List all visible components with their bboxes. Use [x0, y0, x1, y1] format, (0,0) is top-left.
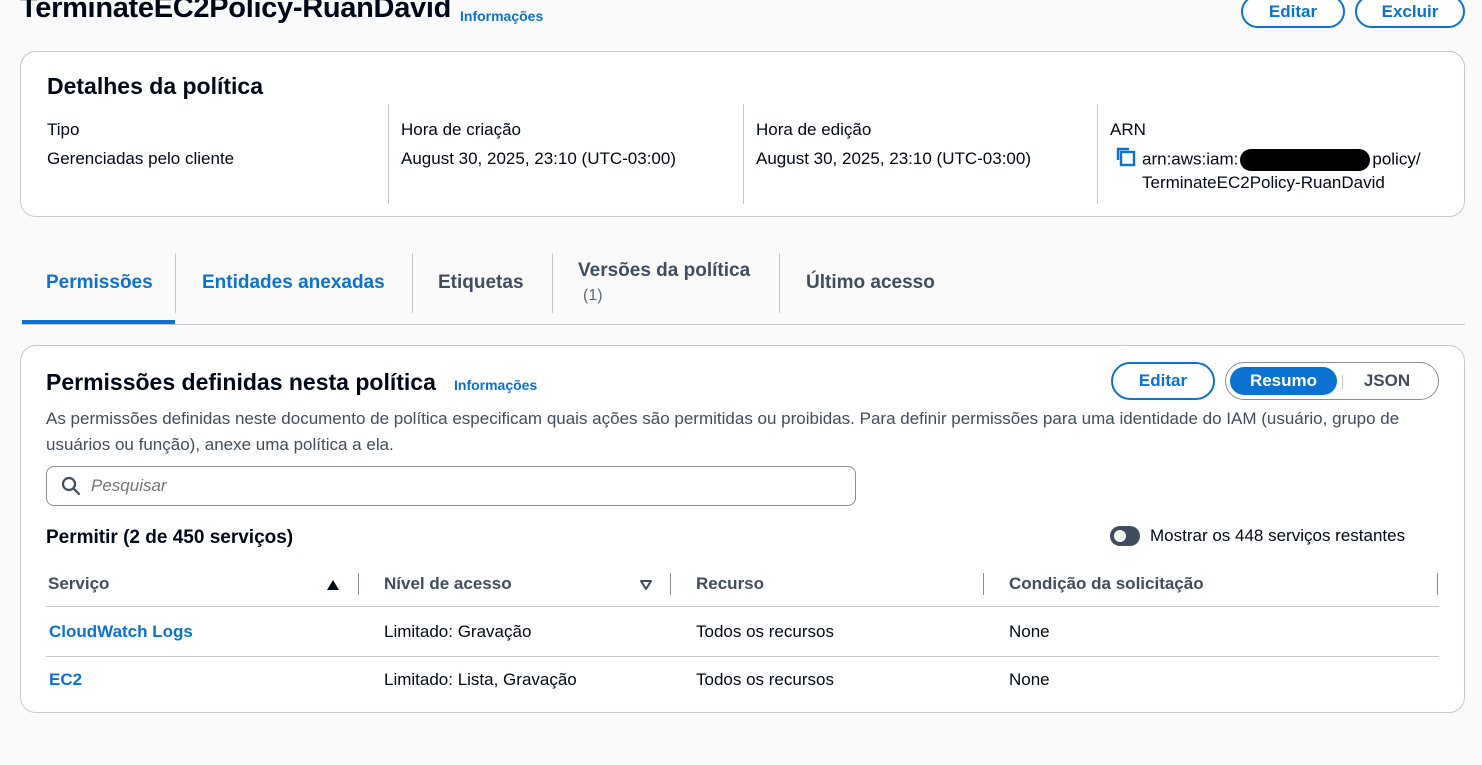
column-divider — [358, 573, 359, 595]
type-label: Tipo — [47, 120, 80, 139]
column-divider — [743, 104, 744, 204]
delete-button[interactable]: Excluir — [1355, 0, 1465, 28]
tab-policy-versions[interactable]: Versões da política — [578, 260, 750, 282]
condition-cell: None — [1009, 670, 1050, 689]
column-header-condition[interactable]: Condição da solicitação — [1009, 574, 1204, 594]
tab-last-accessed[interactable]: Último acesso — [806, 272, 935, 294]
edit-button[interactable]: Editar — [1241, 0, 1345, 28]
edit-permissions-button[interactable]: Editar — [1111, 362, 1215, 400]
service-link[interactable]: EC2 — [49, 670, 82, 690]
tab-divider — [779, 253, 780, 313]
resource-cell: Todos os recursos — [696, 622, 834, 641]
column-divider — [1437, 573, 1438, 595]
tab-bar-underline — [22, 324, 1465, 325]
type-value: Gerenciadas pelo cliente — [47, 149, 235, 168]
created-label: Hora de criação — [401, 120, 522, 139]
access-level-cell: Limitado: Lista, Gravação — [384, 670, 577, 689]
column-divider — [670, 573, 671, 595]
permissions-description: As permissões definidas neste documento … — [46, 409, 1400, 454]
show-remaining-services-toggle[interactable] — [1110, 526, 1140, 546]
search-input[interactable] — [91, 476, 831, 496]
redacted-block — [1240, 149, 1371, 171]
column-header-resource[interactable]: Recurso — [696, 574, 764, 594]
toggle-label: Mostrar os 448 serviços restantes — [1150, 526, 1406, 545]
permissions-heading: Permissões definidas nesta política — [46, 369, 436, 395]
search-box — [46, 466, 856, 506]
search-icon — [61, 476, 81, 496]
column-header-access-level[interactable]: Nível de acesso — [384, 574, 512, 594]
column-divider — [1097, 104, 1098, 204]
page-title: TerminateEC2Policy-RuanDavid — [20, 0, 452, 24]
allow-heading: Permitir (2 de 450 serviços) — [46, 527, 294, 548]
column-header-service[interactable]: Serviço — [48, 574, 109, 594]
access-level-cell: Limitado: Gravação — [384, 622, 532, 641]
details-heading: Detalhes da política — [47, 73, 264, 99]
toggle-knob — [1114, 530, 1126, 542]
sort-descending-icon[interactable] — [639, 578, 653, 596]
column-divider — [983, 573, 984, 595]
tab-tags[interactable]: Etiquetas — [438, 272, 524, 294]
arn-value-line1: arn:aws:iam: policy/ — [1142, 149, 1421, 171]
info-link[interactable]: Informações — [460, 8, 543, 24]
tab-divider — [412, 253, 413, 313]
view-toggle: Resumo JSON — [1225, 362, 1439, 400]
tab-divider — [552, 253, 553, 313]
created-value: August 30, 2025, 23:10 (UTC-03:00) — [401, 149, 676, 168]
arn-value-line2: TerminateEC2Policy-RuanDavid — [1142, 173, 1385, 192]
tab-permissions[interactable]: Permissões — [46, 272, 153, 294]
arn-label: ARN — [1110, 120, 1146, 139]
policy-details-card: Detalhes da política Tipo Gerenciadas pe… — [20, 51, 1465, 217]
column-divider — [388, 104, 389, 204]
edited-value: August 30, 2025, 23:10 (UTC-03:00) — [756, 149, 1031, 168]
segment-divider — [1342, 375, 1343, 389]
condition-cell: None — [1009, 622, 1050, 641]
summary-view-button[interactable]: Resumo — [1230, 367, 1337, 395]
json-view-button[interactable]: JSON — [1354, 367, 1420, 395]
copy-icon[interactable] — [1115, 146, 1137, 168]
tab-divider — [175, 253, 176, 313]
tab-attached-entities[interactable]: Entidades anexadas — [202, 272, 385, 294]
row-divider — [46, 656, 1439, 657]
tab-policy-versions-count: (1) — [583, 287, 603, 304]
resource-cell: Todos os recursos — [696, 670, 834, 689]
sort-ascending-icon[interactable] — [326, 578, 340, 596]
service-link[interactable]: CloudWatch Logs — [49, 622, 193, 642]
row-divider — [46, 606, 1439, 607]
permissions-info-link[interactable]: Informações — [454, 377, 537, 393]
edited-label: Hora de edição — [756, 120, 872, 139]
